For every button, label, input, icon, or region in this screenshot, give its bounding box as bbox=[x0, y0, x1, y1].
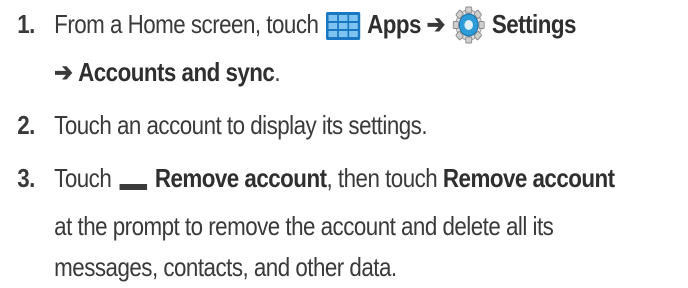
accounts-and-sync-label: Accounts and sync bbox=[78, 57, 275, 87]
remove-account-label: Remove account bbox=[154, 163, 327, 193]
step-3-line-2: at the prompt to remove the account and … bbox=[54, 211, 554, 241]
step-3: 3. Touch Remove account, then touch Remo… bbox=[0, 158, 688, 288]
apps-label: Apps bbox=[367, 9, 421, 39]
step-text: From a Home screen, touch bbox=[54, 9, 319, 39]
step-3-line-3: messages, contacts, and other data. bbox=[54, 252, 397, 282]
step-text: Touch bbox=[54, 163, 112, 193]
apps-grid-icon bbox=[325, 11, 361, 52]
step-number: 2. bbox=[17, 110, 35, 140]
step-text: , then touch bbox=[326, 163, 438, 193]
step-text: . bbox=[274, 57, 281, 87]
step-1: 1. From a Home screen, touch Apps ➔ Sett… bbox=[0, 4, 688, 93]
step-text: Touch an account to display its settings… bbox=[54, 110, 428, 140]
step-1-line-1: From a Home screen, touch Apps ➔ Setting… bbox=[54, 4, 688, 52]
step-2: 2. Touch an account to display its setti… bbox=[0, 105, 688, 146]
remove-minus-icon bbox=[119, 165, 148, 206]
remove-account-label: Remove account bbox=[442, 163, 615, 193]
arrow-glyph: ➔ bbox=[426, 9, 446, 39]
arrow-glyph: ➔ bbox=[54, 57, 73, 87]
step-1-line-2: ➔ Accounts and sync. bbox=[54, 52, 688, 93]
settings-label: Settings bbox=[491, 9, 577, 39]
step-3-line-1: Touch Remove account, then touch Remove … bbox=[54, 158, 688, 206]
settings-gear-icon bbox=[452, 6, 485, 52]
step-number: 3. bbox=[17, 163, 35, 193]
instruction-steps: 1. From a Home screen, touch Apps ➔ Sett… bbox=[0, 4, 688, 288]
step-number: 1. bbox=[17, 9, 35, 39]
